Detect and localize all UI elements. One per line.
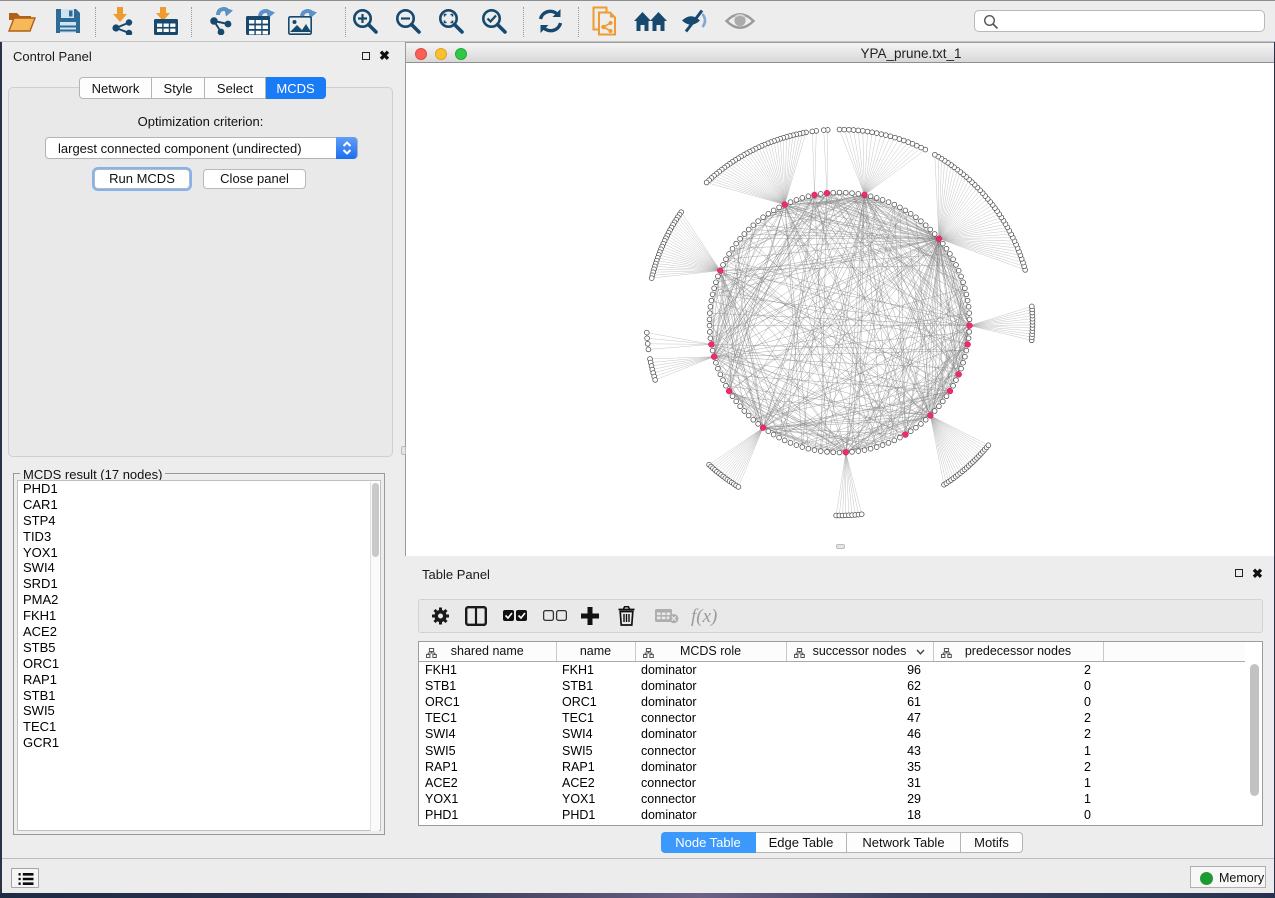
svg-text:f(x): f(x): [691, 606, 717, 627]
